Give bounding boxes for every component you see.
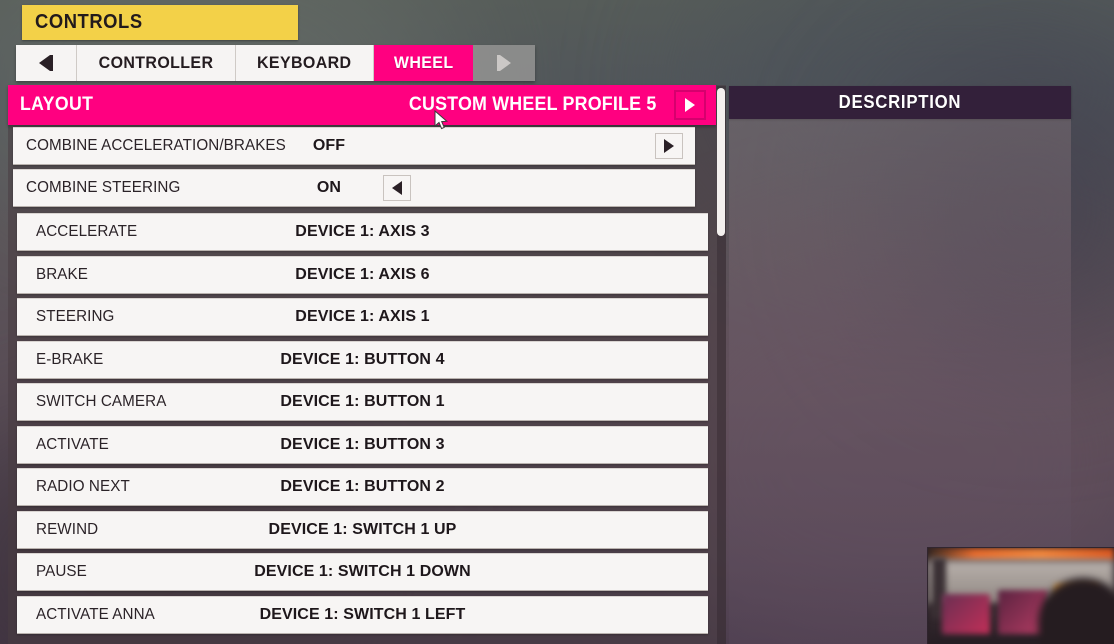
tab-controller[interactable]: CONTROLLER (77, 45, 237, 81)
row-combine-acceleration-brakes[interactable]: COMBINE ACCELERATION/BRAKES OFF (13, 127, 695, 165)
game-settings-screen: CONTROLS CONTROLLER KEYBOARD WHEEL LAYOU… (0, 0, 1114, 644)
tab-wheel[interactable]: WHEEL (373, 45, 473, 81)
binding-row-pause[interactable]: PAUSE DEVICE 1: SWITCH 1 DOWN (17, 553, 708, 591)
binding-value: DEVICE 1: BUTTON 3 (280, 436, 445, 453)
binding-row-accelerate[interactable]: ACCELERATE DEVICE 1: AXIS 3 (17, 213, 708, 251)
tab-keyboard-label: KEYBOARD (257, 53, 352, 72)
binding-row-activate-anna[interactable]: ACTIVATE ANNA DEVICE 1: SWITCH 1 LEFT (17, 596, 708, 634)
binding-value: DEVICE 1: BUTTON 4 (280, 351, 445, 368)
description-header: DESCRIPTION (729, 86, 1071, 119)
binding-row-e-brake[interactable]: E-BRAKE DEVICE 1: BUTTON 4 (17, 341, 708, 379)
row-label: COMBINE ACCELERATION/BRAKES (26, 137, 286, 154)
binding-value: DEVICE 1: AXIS 6 (295, 266, 430, 283)
arrow-left-bar (50, 55, 53, 71)
binding-action-label: REWIND (36, 521, 99, 538)
binding-row-steering[interactable]: STEERING DEVICE 1: AXIS 1 (17, 298, 708, 336)
tab-bar: CONTROLLER KEYBOARD WHEEL (16, 45, 535, 81)
binding-action-label: STEERING (36, 308, 115, 325)
tab-next-button[interactable] (472, 45, 535, 81)
binding-action-label: E-BRAKE (36, 351, 104, 368)
layout-label: LAYOUT (20, 94, 94, 115)
description-title: DESCRIPTION (838, 92, 962, 112)
binding-action-label: ACCELERATE (36, 223, 138, 240)
arrow-left-icon (39, 55, 50, 71)
tab-keyboard[interactable]: KEYBOARD (236, 45, 374, 81)
tab-prev-button[interactable] (16, 45, 77, 81)
binding-action-label: SWITCH CAMERA (36, 393, 167, 410)
binding-row-activate[interactable]: ACTIVATE DEVICE 1: BUTTON 3 (17, 426, 708, 464)
binding-row-brake[interactable]: BRAKE DEVICE 1: AXIS 6 (17, 256, 708, 294)
arrow-right-icon (685, 98, 695, 112)
tab-wheel-label: WHEEL (393, 53, 454, 72)
bindings-scrollbar-thumb[interactable] (717, 88, 725, 236)
webcam-overlay (928, 548, 1114, 644)
binding-action-label: ACTIVATE ANNA (36, 606, 155, 623)
arrow-right-icon (499, 55, 511, 71)
layout-value: CUSTOM WHEEL PROFILE 5 (408, 94, 657, 115)
page-title-label: CONTROLS (35, 11, 143, 33)
binding-value: DEVICE 1: AXIS 1 (295, 308, 430, 325)
binding-action-label: BRAKE (36, 266, 89, 283)
row-combine-steering[interactable]: COMBINE STEERING ON (13, 169, 695, 207)
binding-row-radio-next[interactable]: RADIO NEXT DEVICE 1: BUTTON 2 (17, 468, 708, 506)
webcam-monitor-1 (942, 594, 990, 634)
arrow-right-icon (664, 139, 674, 153)
rows-container: COMBINE ACCELERATION/BRAKES OFF COMBINE … (0, 127, 726, 644)
layout-next-button[interactable] (674, 90, 706, 120)
binding-action-label: ACTIVATE (36, 436, 109, 453)
combine-acceleration-next-button[interactable] (655, 133, 683, 159)
arrow-left-icon (392, 181, 402, 195)
combine-steering-prev-button[interactable] (383, 175, 411, 201)
tab-controller-label: CONTROLLER (98, 53, 214, 72)
page-title: CONTROLS (22, 5, 298, 40)
binding-row-rewind[interactable]: REWIND DEVICE 1: SWITCH 1 UP (17, 511, 708, 549)
binding-row-switch-camera[interactable]: SWITCH CAMERA DEVICE 1: BUTTON 1 (17, 383, 708, 421)
binding-action-label: RADIO NEXT (36, 478, 130, 495)
binding-action-label: PAUSE (36, 563, 87, 580)
binding-value: DEVICE 1: SWITCH 1 UP (268, 521, 457, 538)
layout-selector-row[interactable]: LAYOUT CUSTOM WHEEL PROFILE 5 (8, 85, 716, 125)
row-label: COMBINE STEERING (26, 179, 181, 196)
binding-value: DEVICE 1: SWITCH 1 DOWN (254, 563, 471, 580)
